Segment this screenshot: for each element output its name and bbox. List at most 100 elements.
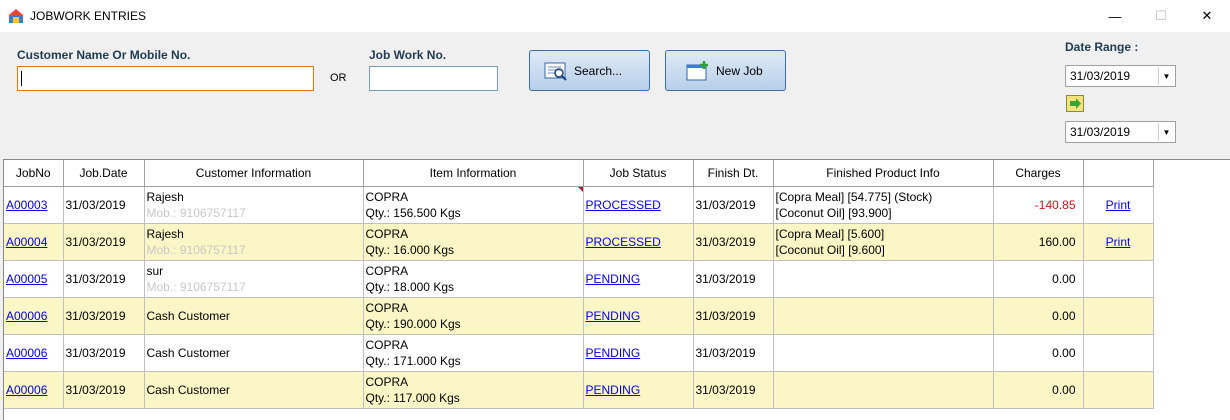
col-header-jobdate[interactable]: Job.Date [63,160,145,187]
col-header-customer[interactable]: Customer Information [144,160,364,187]
date-to-picker[interactable]: 31/03/2019 ▼ [1065,121,1176,143]
col-header-status[interactable]: Job Status [583,160,694,187]
cell-finish: 31/03/2019 [693,334,774,372]
item-name: COPRA [365,300,409,315]
jobno-link[interactable]: A00005 [6,272,47,286]
col-header-action [1083,160,1154,187]
cell-charges: 0.00 [993,371,1084,409]
chevron-down-icon[interactable]: ▼ [1158,67,1174,85]
item-qty: Qty.: 190.000 Kgs [365,316,461,331]
close-button[interactable]: ✕ [1184,0,1230,32]
cell-jobno: A00004 [4,223,64,261]
customer-name: Rajesh [146,226,184,241]
window-title: JOBWORK ENTRIES [30,9,147,23]
table-row[interactable]: A00003 31/03/2019 Rajesh Mob.: 9106757117 CO… [4,186,1154,224]
new-job-button[interactable]: New Job [665,50,786,91]
cell-item: COPRA Qty.: 171.000 Kgs [363,334,584,372]
cell-item: COPRA Qty.: 117.000 Kgs [363,371,584,409]
search-icon [544,61,568,81]
print-link[interactable]: Print [1106,198,1131,212]
cell-product-info [773,334,994,372]
cell-action [1083,371,1154,409]
title-bar: JOBWORK ENTRIES — ☐ ✕ [0,0,1230,32]
item-name: COPRA [365,337,409,352]
item-name: COPRA [365,374,409,389]
cell-action: Print [1083,223,1154,261]
maximize-button[interactable]: ☐ [1138,0,1184,32]
product-line: [Copra Meal] [5.600] [775,226,885,241]
cell-item: COPRA Qty.: 16.000 Kgs [363,223,584,261]
status-link[interactable]: PENDING [586,383,641,397]
status-link[interactable]: PROCESSED [586,198,661,212]
minimize-button[interactable]: — [1092,0,1138,32]
status-link[interactable]: PENDING [586,309,641,323]
col-header-item[interactable]: Item Information [363,160,584,187]
cell-status: PROCESSED [583,186,694,224]
status-link[interactable]: PENDING [586,346,641,360]
cell-item: COPRA Qty.: 156.500 Kgs [363,186,584,224]
cell-customer: Rajesh Mob.: 9106757117 [144,186,364,224]
table-row[interactable]: A00005 31/03/2019 sur Mob.: 9106757117 COPRA… [4,260,1154,298]
search-button-label: Search... [574,63,623,78]
customer-name: Cash Customer [146,345,230,360]
customer-name: Cash Customer [146,382,230,397]
jobno-link[interactable]: A00006 [6,346,47,360]
customer-mobile: Mob.: 9106757117 [146,205,246,220]
jobno-input[interactable] [369,66,498,91]
cell-action [1083,260,1154,298]
new-job-button-label: New Job [716,63,763,78]
cell-charges: 0.00 [993,334,1084,372]
cell-finish: 31/03/2019 [693,186,774,224]
customer-name: Cash Customer [146,308,230,323]
cell-customer: Cash Customer [144,371,364,409]
table-row[interactable]: A00006 31/03/2019 Cash Customer COPRA Qty.: … [4,371,1154,409]
jobno-label: Job Work No. [369,48,447,62]
item-qty: Qty.: 117.000 Kgs [365,390,460,405]
cell-finish: 31/03/2019 [693,260,774,298]
date-from-value: 31/03/2019 [1070,69,1131,83]
cell-status: PENDING [583,371,694,409]
search-button[interactable]: Search... [529,50,650,91]
table-row[interactable]: A00006 31/03/2019 Cash Customer COPRA Qty.: … [4,297,1154,335]
table-header-row: JobNo Job.Date Customer Information Item… [4,160,1154,187]
item-name: COPRA [365,226,409,241]
table-row[interactable]: A00006 31/03/2019 Cash Customer COPRA Qty.: … [4,334,1154,372]
cell-charges: -140.85 [993,186,1084,224]
col-header-product-info[interactable]: Finished Product Info [773,160,994,187]
date-from-picker[interactable]: 31/03/2019 ▼ [1065,65,1176,87]
status-link[interactable]: PENDING [586,272,641,286]
status-link[interactable]: PROCESSED [586,235,661,249]
jobno-link[interactable]: A00004 [6,235,47,249]
customer-name: sur [146,263,164,278]
customer-mobile: Mob.: 9106757117 [146,279,246,294]
cell-product-info [773,371,994,409]
product-line: [Coconut Oil] [9.600] [775,242,885,257]
cell-charges: 0.00 [993,260,1084,298]
date-range-label: Date Range : [1065,40,1139,54]
comment-marker [577,186,582,192]
cell-jobno: A00005 [4,260,64,298]
jobno-link[interactable]: A00003 [6,198,47,212]
chevron-down-icon[interactable]: ▼ [1158,123,1174,141]
cell-finish: 31/03/2019 [693,223,774,261]
or-label: OR [330,72,347,84]
cell-status: PENDING [583,334,694,372]
jobwork-table: JobNo Job.Date Customer Information Item… [4,160,1154,409]
col-header-charges[interactable]: Charges [993,160,1084,187]
jobwork-window: JOBWORK ENTRIES — ☐ ✕ Customer Name Or M… [0,0,1230,420]
col-header-jobno[interactable]: JobNo [4,160,64,187]
jobno-link[interactable]: A00006 [6,383,47,397]
item-qty: Qty.: 171.000 Kgs [365,353,461,368]
customer-search-input[interactable] [17,66,314,91]
cell-jobno: A00003 [4,186,64,224]
cell-finish: 31/03/2019 [693,297,774,335]
table-row[interactable]: A00004 31/03/2019 Rajesh Mob.: 9106757117 CO… [4,223,1154,261]
cell-product-info: [Copra Meal] [54.775] (Stock) [Coconut Oi… [773,186,994,224]
new-window-icon [686,60,710,81]
col-header-finish[interactable]: Finish Dt. [693,160,774,187]
refresh-date-icon[interactable] [1066,95,1084,112]
date-to-value: 31/03/2019 [1070,125,1131,139]
item-qty: Qty.: 18.000 Kgs [365,279,455,294]
print-link[interactable]: Print [1106,235,1131,249]
jobno-link[interactable]: A00006 [6,309,47,323]
